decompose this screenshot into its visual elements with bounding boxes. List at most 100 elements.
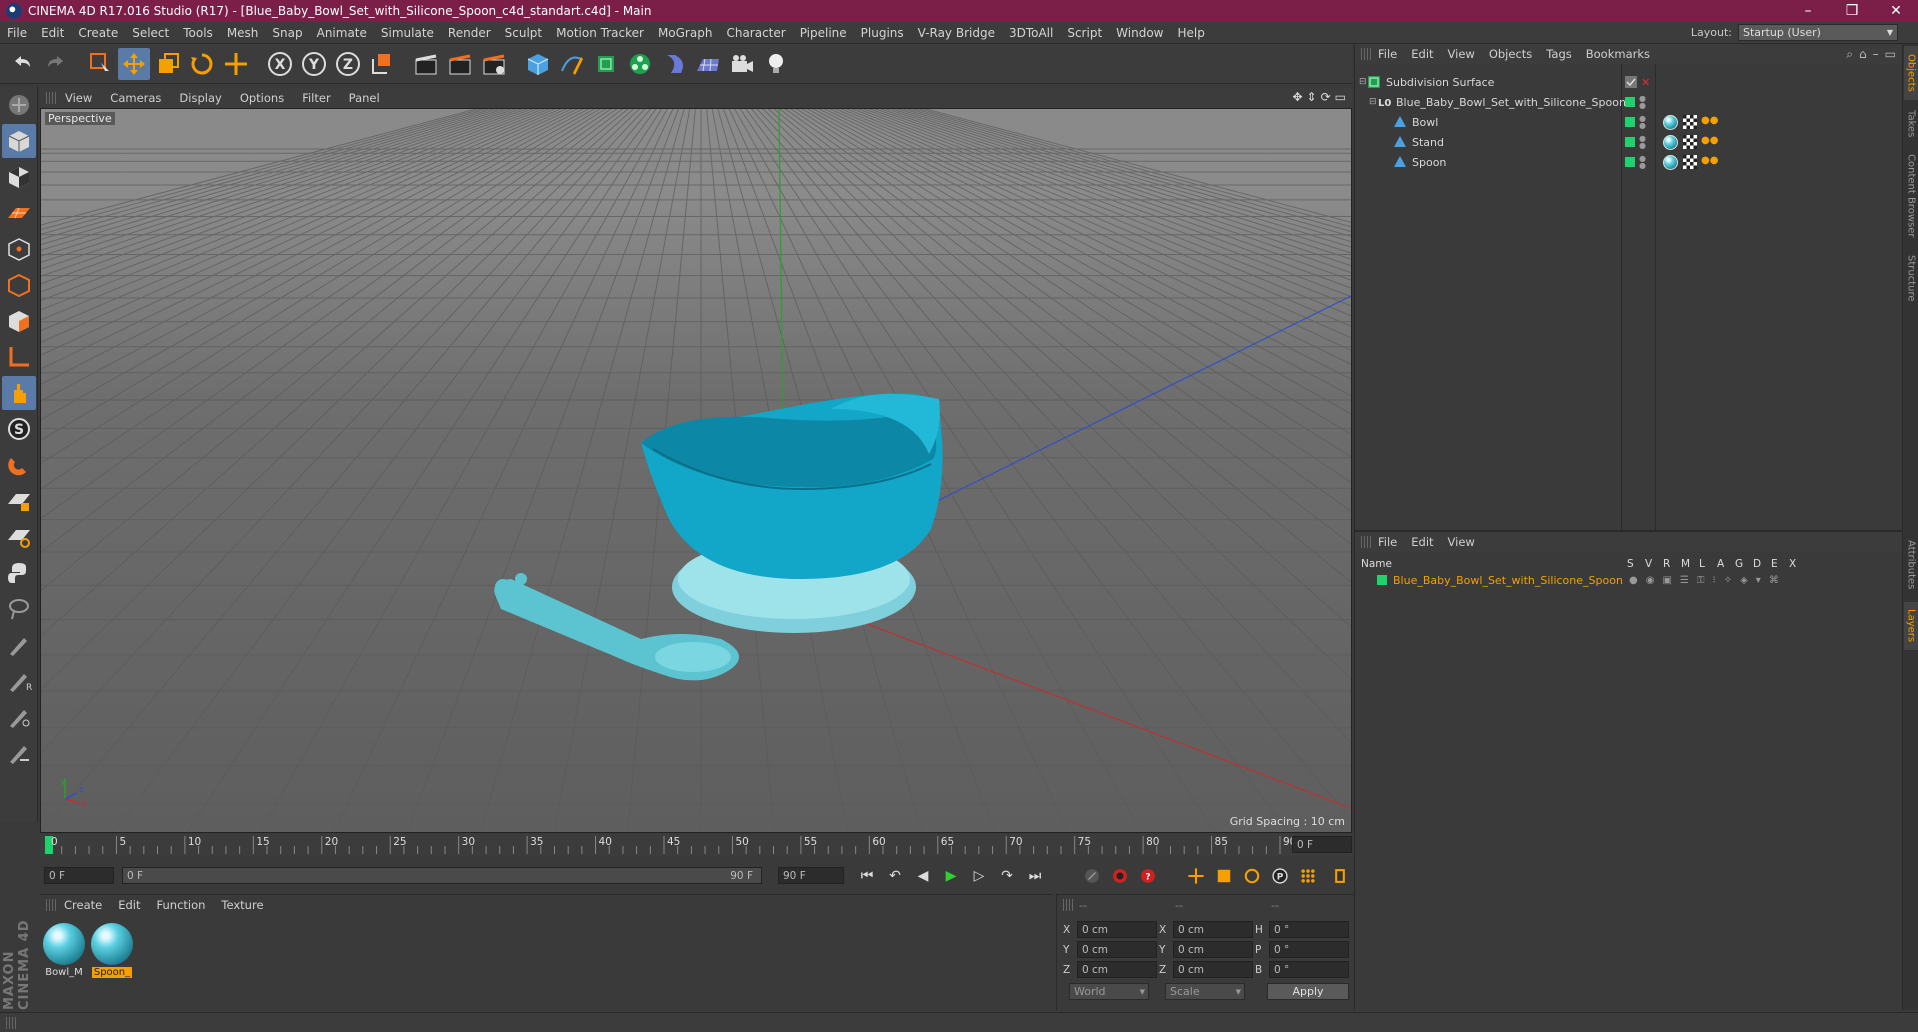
menu-edit[interactable]: Edit	[34, 26, 71, 40]
xref-icon[interactable]: ⌘	[1769, 575, 1779, 586]
visibility-dots-icon[interactable]: ● ●	[1639, 95, 1646, 110]
key-position-button[interactable]	[1184, 865, 1208, 887]
key-rotation-button[interactable]	[1240, 865, 1264, 887]
viewport-menu-view[interactable]: View	[56, 91, 101, 105]
menu-mesh[interactable]: Mesh	[220, 26, 266, 40]
rotation-p-field[interactable]: 0 °	[1269, 941, 1349, 958]
viewport-camera-label[interactable]: Perspective	[45, 112, 115, 125]
layer-row[interactable]: Blue_Baby_Bowl_Set_with_Silicone_Spoon ●…	[1355, 572, 1903, 588]
layer-color-swatch[interactable]	[1377, 575, 1387, 585]
generators-icon[interactable]: ✧	[1724, 575, 1732, 586]
python-button[interactable]	[2, 556, 36, 590]
end-frame-field[interactable]: 90 F	[778, 867, 844, 884]
previous-frame-button[interactable]: ◀	[911, 865, 935, 887]
position-x-field[interactable]: 0 cm	[1077, 921, 1157, 938]
maximize-panel-icon[interactable]: ▭	[1885, 47, 1896, 62]
menu-pipeline[interactable]: Pipeline	[793, 26, 854, 40]
brush-tool-2[interactable]: R	[2, 664, 36, 698]
make-editable-button[interactable]	[2, 88, 36, 122]
start-frame-field[interactable]: 0 F	[44, 867, 114, 884]
menu-help[interactable]: Help	[1170, 26, 1211, 40]
perspective-viewport[interactable]: y x z Perspective Grid Spacing : 10 cm	[40, 108, 1352, 833]
scale-tool-button[interactable]	[152, 48, 184, 80]
phong-tag-icon[interactable]: ●●	[1701, 115, 1718, 129]
x-axis-lock-button[interactable]: X	[264, 48, 296, 80]
apply-button[interactable]: Apply	[1267, 983, 1349, 1000]
key-parameter-button[interactable]: P	[1268, 865, 1292, 887]
viewport-menu-filter[interactable]: Filter	[293, 91, 339, 105]
material-tag-icon[interactable]	[1663, 114, 1678, 130]
model-mode-button[interactable]	[2, 124, 36, 158]
visibility-dots-icon[interactable]: ● ●	[1639, 135, 1646, 150]
go-to-end-button[interactable]: ⏭	[1023, 865, 1047, 887]
position-z-field[interactable]: 0 cm	[1077, 961, 1157, 978]
visibility-dots-icon[interactable]: ● ●	[1639, 115, 1646, 130]
manager-icon[interactable]: ☰	[1680, 575, 1689, 586]
layer-color-swatch[interactable]	[1625, 137, 1635, 147]
pan-view-icon[interactable]: ✥	[1292, 90, 1302, 104]
uvw-tag-icon[interactable]	[1683, 115, 1697, 129]
material-menu-function[interactable]: Function	[149, 898, 214, 912]
menu-sculpt[interactable]: Sculpt	[498, 26, 549, 40]
add-floor-button[interactable]	[692, 48, 724, 80]
polygons-mode-button[interactable]	[2, 304, 36, 338]
menu-mograph[interactable]: MoGraph	[651, 26, 720, 40]
texture-mode-button[interactable]	[2, 160, 36, 194]
lasso-button[interactable]	[2, 592, 36, 626]
tab-content-browser[interactable]: Content Browser	[1904, 148, 1918, 244]
workplane-mode-button[interactable]	[2, 196, 36, 230]
menu-select[interactable]: Select	[125, 26, 176, 40]
minimize-panel-icon[interactable]: –	[1873, 47, 1879, 62]
planar-workplane-button[interactable]	[2, 520, 36, 554]
layer-menu-edit[interactable]: Edit	[1404, 535, 1440, 549]
viewport-menu-display[interactable]: Display	[170, 91, 230, 105]
axis-mode-button[interactable]	[2, 340, 36, 374]
next-key-button[interactable]: ↷	[995, 865, 1019, 887]
object-row-spoon[interactable]: Spoon ● ● ●●	[1355, 152, 1903, 172]
menu-vray-bridge[interactable]: V-Ray Bridge	[911, 26, 1002, 40]
menu-motion-tracker[interactable]: Motion Tracker	[549, 26, 651, 40]
material-menu-edit[interactable]: Edit	[110, 898, 148, 912]
tweak-mode-button[interactable]	[2, 376, 36, 410]
move-tool-button[interactable]	[118, 47, 150, 80]
menu-snap[interactable]: Snap	[265, 26, 309, 40]
viewport-menu-cameras[interactable]: Cameras	[101, 91, 170, 105]
material-swatch-bowl[interactable]: Bowl_M	[42, 923, 86, 981]
brush-tool-3[interactable]	[2, 700, 36, 734]
record-active-objects-button[interactable]	[1108, 865, 1132, 887]
object-row-subdivision-surface[interactable]: ⊟ Subdivision Surface ✕	[1355, 72, 1903, 92]
object-menu-edit[interactable]: Edit	[1404, 47, 1440, 61]
phong-tag-icon[interactable]: ●●	[1701, 135, 1718, 149]
points-mode-button[interactable]	[2, 232, 36, 266]
snap-button[interactable]: S	[2, 412, 36, 446]
size-z-field[interactable]: 0 cm	[1173, 961, 1253, 978]
object-menu-view[interactable]: View	[1441, 47, 1482, 61]
rotation-h-field[interactable]: 0 °	[1269, 921, 1349, 938]
material-menu-create[interactable]: Create	[56, 898, 110, 912]
add-spline-button[interactable]	[556, 48, 588, 80]
menu-3dtoall[interactable]: 3DToAll	[1002, 26, 1060, 40]
menu-tools[interactable]: Tools	[176, 26, 220, 40]
live-selection-button[interactable]	[84, 48, 116, 80]
object-row-bowl-set[interactable]: ⊟ L0 Blue_Baby_Bowl_Set_with_Silicone_Sp…	[1355, 92, 1903, 112]
menu-animate[interactable]: Animate	[310, 26, 374, 40]
size-mode-dropdown[interactable]: Scale ▼	[1165, 983, 1245, 1000]
object-menu-bookmarks[interactable]: Bookmarks	[1579, 47, 1657, 61]
deformers-icon[interactable]: ◈	[1740, 575, 1748, 586]
add-light-button[interactable]	[760, 48, 792, 80]
phong-tag-icon[interactable]: ●●	[1701, 155, 1718, 169]
brush-tool-4[interactable]	[2, 736, 36, 770]
size-x-field[interactable]: 0 cm	[1173, 921, 1253, 938]
visibility-dots-icon[interactable]: ● ●	[1639, 155, 1646, 170]
minimize-button[interactable]: –	[1786, 0, 1830, 22]
material-tag-icon[interactable]	[1663, 154, 1678, 170]
menu-window[interactable]: Window	[1109, 26, 1170, 40]
enabled-checkbox-icon[interactable]	[1625, 76, 1637, 88]
current-frame-field[interactable]: 0 F	[1292, 836, 1352, 853]
menu-file[interactable]: File	[0, 26, 34, 40]
autokeying-button[interactable]: ?	[1136, 865, 1160, 887]
transform-tool-button[interactable]	[220, 48, 252, 80]
menu-script[interactable]: Script	[1060, 26, 1109, 40]
size-y-field[interactable]: 0 cm	[1173, 941, 1253, 958]
search-icon[interactable]: ⌕	[1846, 47, 1853, 62]
